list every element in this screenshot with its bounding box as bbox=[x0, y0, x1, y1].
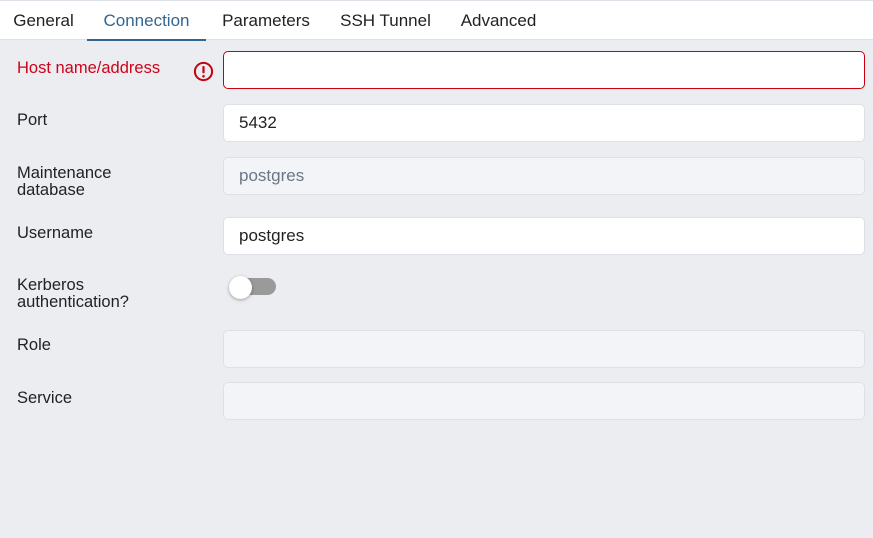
service-input bbox=[223, 382, 865, 420]
host-input[interactable] bbox=[223, 51, 865, 89]
maintenance-db-input bbox=[223, 157, 865, 195]
host-label: Host name/address bbox=[17, 59, 161, 77]
toggle-knob bbox=[229, 276, 252, 299]
maintenance-db-label-line1: Maintenance bbox=[17, 164, 112, 182]
kerberos-label-line2: authentication? bbox=[17, 293, 129, 311]
port-label: Port bbox=[17, 111, 48, 129]
username-input[interactable] bbox=[223, 217, 865, 255]
kerberos-toggle[interactable] bbox=[227, 276, 277, 299]
service-label: Service bbox=[17, 389, 73, 407]
tab-parameters[interactable]: Parameters bbox=[206, 1, 326, 40]
username-label: Username bbox=[17, 224, 94, 242]
kerberos-label-line1: Kerberos bbox=[17, 276, 84, 294]
tab-general[interactable]: General bbox=[0, 1, 87, 40]
tab-ssh-tunnel[interactable]: SSH Tunnel bbox=[326, 1, 445, 40]
maintenance-db-label-line2: database bbox=[17, 181, 85, 199]
tab-connection[interactable]: Connection bbox=[87, 1, 206, 41]
tab-bar: General Connection Parameters SSH Tunnel… bbox=[0, 0, 873, 41]
kerberos-label: Kerberos authentication? bbox=[17, 277, 129, 311]
role-input bbox=[223, 330, 865, 368]
exclamation-circle-icon bbox=[193, 61, 214, 82]
maintenance-db-label: Maintenance database bbox=[17, 165, 111, 199]
tab-advanced[interactable]: Advanced bbox=[445, 1, 552, 40]
role-label: Role bbox=[17, 336, 51, 354]
port-input[interactable] bbox=[223, 104, 865, 142]
